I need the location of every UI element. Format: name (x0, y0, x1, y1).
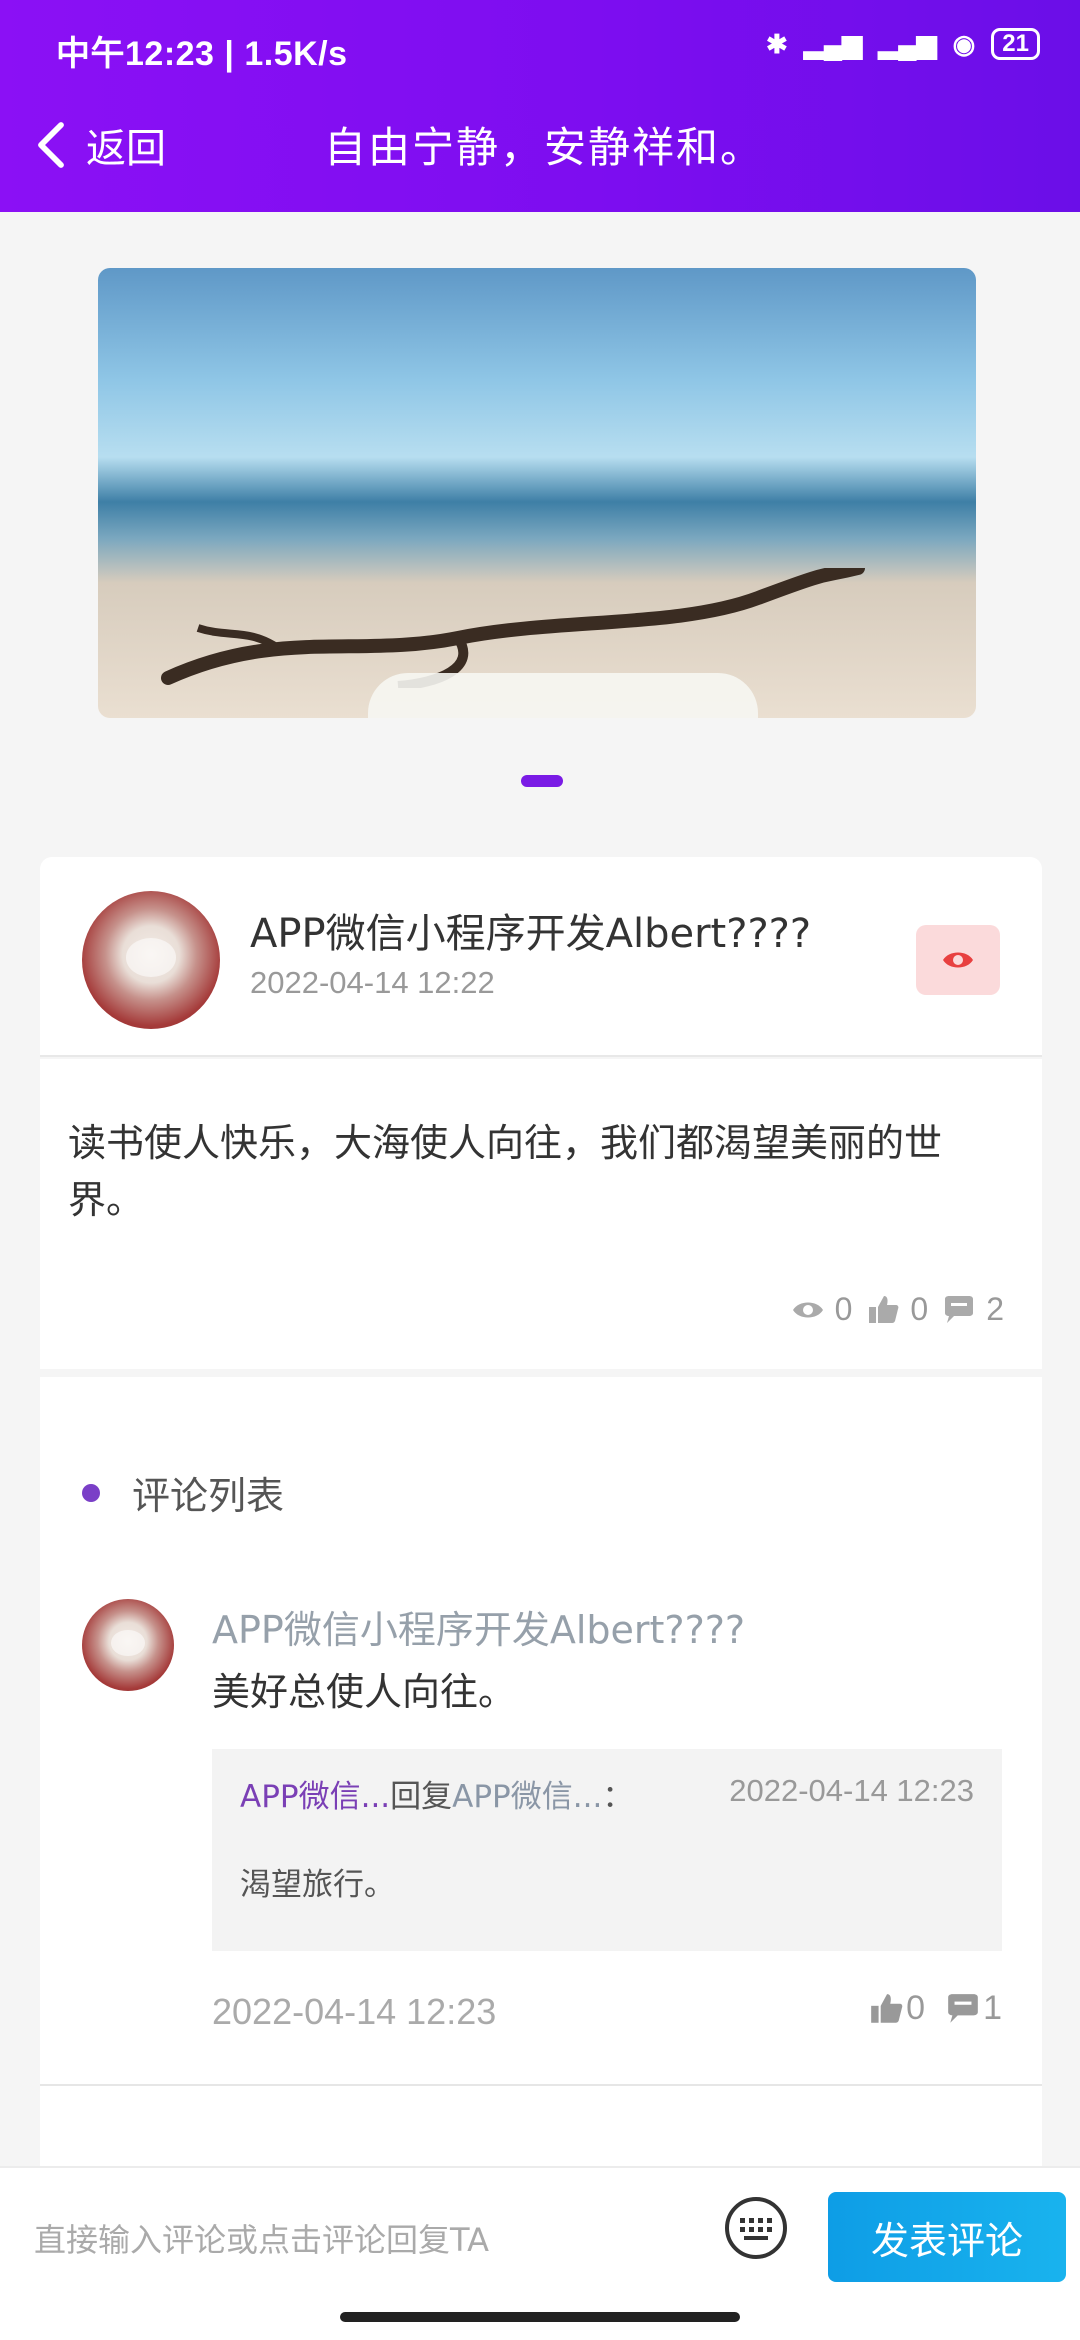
comment-reply-count: 1 (983, 1989, 1002, 2027)
eye-icon (792, 1302, 823, 1317)
back-button[interactable]: 返回 (34, 116, 166, 174)
comment-like-count: 0 (906, 1989, 926, 2027)
signal-icon: ▂▄▆ (803, 28, 863, 59)
reply-colon: ： (602, 1779, 634, 1815)
submit-comment-button[interactable]: 发表评论 (828, 2192, 1066, 2282)
comment-stats: 0 1 (868, 1989, 1002, 2028)
post-author[interactable]: APP微信小程序开发Albert???? (250, 901, 811, 959)
post-body: 读书使人快乐，大海使人向往，我们都渴望美丽的世界。 0 0 2 (40, 1059, 1042, 1369)
follow-button[interactable] (916, 925, 1000, 995)
comments-title: 评论列表 (82, 1465, 284, 1520)
comment-time: 2022-04-14 12:23 (212, 1991, 497, 2032)
comments-section: 评论列表 APP微信小程序开发Albert???? 美好总使人向往。 APP微信… (40, 1377, 1042, 2085)
home-indicator[interactable] (340, 2312, 740, 2322)
comment-icon[interactable] (945, 1991, 981, 2027)
reply-box[interactable]: APP微信...回复APP微信...： 2022-04-14 12:23 渴望旅… (212, 1749, 1002, 1951)
avatar[interactable] (82, 891, 220, 1029)
header: 中午12:23 | 1.5K/s ✱ ▂▄▆ ▂▄▆ ◉ 21 返回 自由宁静，… (0, 0, 1080, 212)
signal-icon-2: ▂▄▆ (878, 28, 937, 59)
status-bar: 中午12:23 | 1.5K/s ✱ ▂▄▆ ▂▄▆ ◉ 21 (0, 0, 1080, 96)
like-count: 0 (910, 1291, 929, 1327)
carousel-indicator[interactable] (521, 775, 563, 787)
comment-text[interactable]: 美好总使人向往。 (212, 1661, 516, 1716)
view-count: 0 (834, 1291, 853, 1327)
chevron-left-icon (38, 122, 64, 168)
post-text: 读书使人快乐，大海使人向往，我们都渴望美丽的世界。 (68, 1121, 943, 1222)
reply-header: APP微信...回复APP微信...： (240, 1771, 633, 1816)
page-title: 自由宁静，安静祥和。 (324, 123, 765, 172)
bluetooth-icon: ✱ (765, 28, 788, 59)
comment-icon[interactable] (942, 1293, 976, 1327)
comments-title-label: 评论列表 (132, 1474, 285, 1518)
post-header: APP微信小程序开发Albert???? 2022-04-14 12:22 (40, 857, 1042, 1057)
post-stats: 0 0 2 (791, 1291, 1004, 1328)
reply-text: 渴望旅行。 (240, 1867, 395, 1903)
nav-bar: 返回 自由宁静，安静祥和。 (0, 96, 1080, 212)
reply-time: 2022-04-14 12:23 (729, 1773, 974, 1808)
book-image (368, 673, 758, 718)
reply-action: 回复 (390, 1779, 453, 1815)
reply-to[interactable]: APP微信... (452, 1779, 602, 1815)
comment-count: 2 (986, 1291, 1004, 1327)
eye-icon (943, 952, 973, 968)
post-time: 2022-04-14 12:22 (250, 965, 495, 1000)
comment-author[interactable]: APP微信小程序开发Albert???? (212, 1599, 745, 1654)
battery-icon: 21 (991, 28, 1040, 60)
bullet-icon (82, 1483, 100, 1502)
keyboard-icon[interactable] (724, 2196, 788, 2260)
comment-avatar[interactable] (82, 1599, 174, 1691)
comments-continuation (40, 2086, 1042, 2166)
banner-image[interactable] (98, 268, 976, 718)
driftwood-illustration (161, 568, 865, 688)
status-icons: ✱ ▂▄▆ ▂▄▆ ◉ 21 (766, 28, 1040, 60)
thumbs-up-icon[interactable] (866, 1293, 900, 1327)
comment-input[interactable] (34, 2210, 674, 2270)
back-label: 返回 (86, 126, 166, 172)
thumbs-up-icon[interactable] (868, 1991, 904, 2027)
status-time: 中午12:23 | 1.5K/s (56, 35, 348, 73)
reply-from[interactable]: APP微信... (240, 1779, 390, 1815)
wifi-icon: ◉ (952, 28, 976, 59)
